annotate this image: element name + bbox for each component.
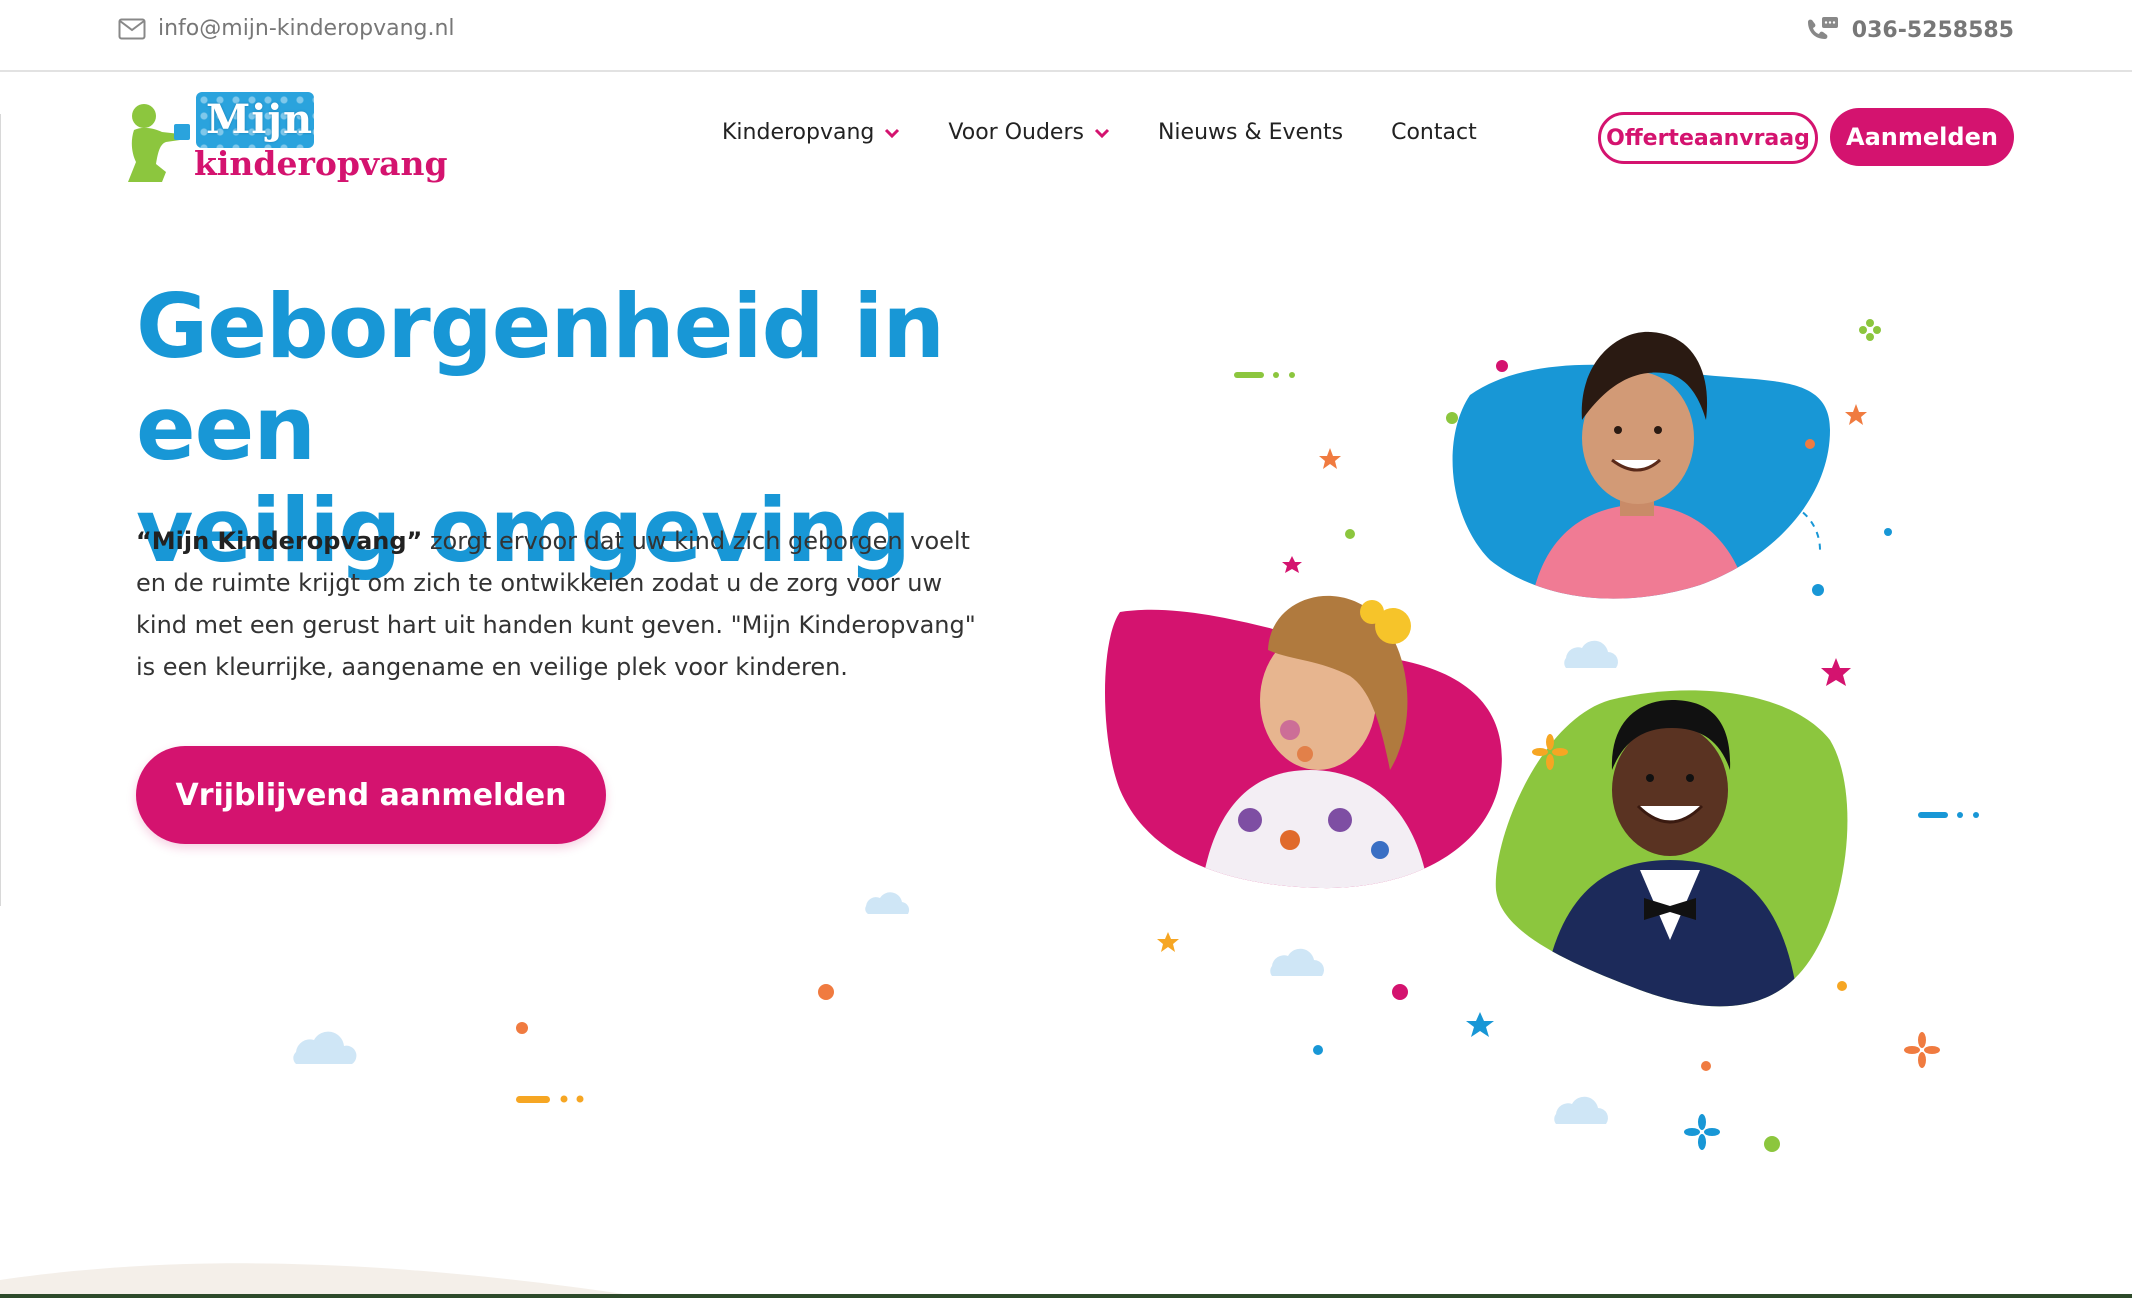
logo-line1: Mijn — [206, 96, 314, 143]
section-divider-wave — [0, 1263, 650, 1298]
phone-icon — [1807, 17, 1838, 39]
logo-line2: kinderopvang — [194, 144, 448, 183]
signup-button[interactable]: Aanmelden — [1830, 108, 2014, 166]
mail-icon — [118, 18, 146, 39]
child-photo-pink-blob — [1105, 595, 1502, 889]
nav-item-kinderopvang[interactable]: Kinderopvang — [722, 120, 900, 145]
bottom-border — [0, 1294, 2132, 1298]
nav-item-label: Contact — [1391, 120, 1477, 145]
nav-item-contact[interactable]: Contact — [1391, 120, 1477, 145]
nav-item-label: Voor Ouders — [948, 120, 1084, 145]
email-text[interactable]: info@mijn-kinderopvang.nl — [158, 16, 455, 41]
child-puzzle-logo-icon — [128, 104, 190, 182]
main-nav: Kinderopvang Voor Ouders Nieuws & Events… — [722, 120, 1525, 145]
phone-text[interactable]: 036-5258585 — [1852, 18, 2014, 43]
hero-description: “Mijn Kinderopvang” zorgt ervoor dat uw … — [136, 520, 976, 688]
top-contact-bar: info@mijn-kinderopvang.nl 036-5258585 — [0, 0, 2132, 72]
free-signup-cta-button[interactable]: Vrijblijvend aanmelden — [136, 746, 606, 844]
phone-link[interactable]: 036-5258585 — [1804, 16, 2014, 44]
quote-request-button[interactable]: Offerteaanvraag — [1598, 112, 1818, 164]
nav-item-label: Nieuws & Events — [1157, 120, 1344, 145]
nav-item-voor-ouders[interactable]: Voor Ouders — [948, 120, 1110, 145]
page-edge-divider — [0, 114, 1, 906]
hero-title-line1: Geborgenheid in een — [136, 275, 945, 480]
child-photo-blue-blob — [1452, 331, 1830, 599]
nav-item-nieuws-events[interactable]: Nieuws & Events — [1158, 120, 1343, 145]
chevron-down-icon — [1094, 128, 1110, 138]
hero-description-brand: “Mijn Kinderopvang” — [136, 527, 423, 555]
nav-item-label: Kinderopvang — [722, 120, 875, 145]
email-link[interactable]: info@mijn-kinderopvang.nl — [118, 16, 455, 41]
child-photo-green-blob — [1495, 690, 1848, 1007]
cloud-decoration — [293, 640, 1619, 1124]
chevron-down-icon — [885, 128, 900, 138]
site-logo[interactable]: Mijn kinderopvang — [122, 92, 448, 188]
